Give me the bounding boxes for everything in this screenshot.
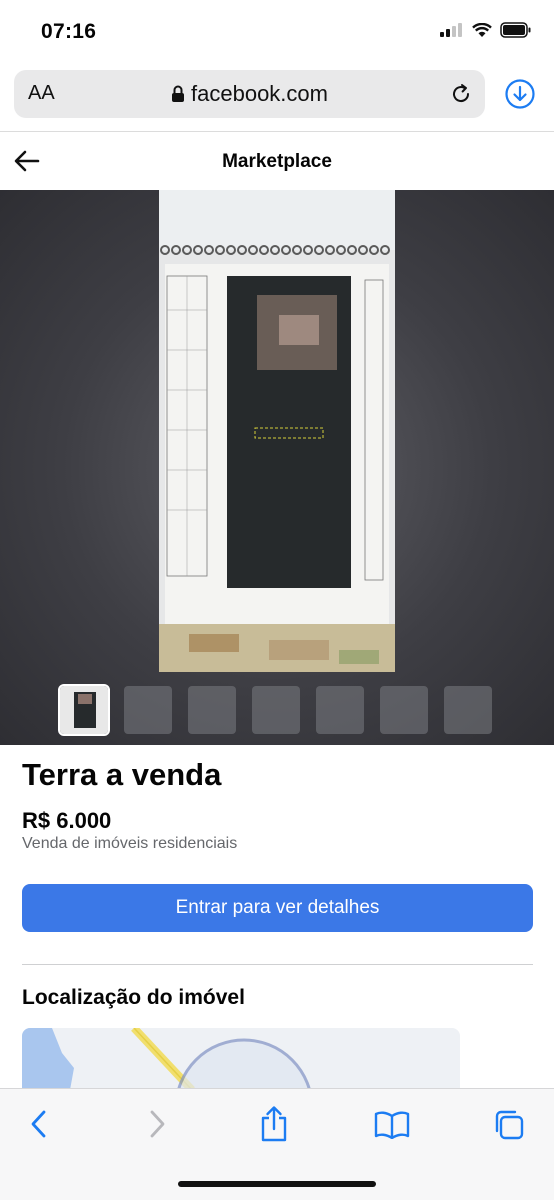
photo-gallery[interactable] [0,190,554,745]
listing-price: R$ 6.000 [22,808,112,833]
login-details-button[interactable]: Entrar para ver detalhes [22,884,533,932]
thumbnail-3[interactable] [188,686,236,734]
battery-icon [500,22,531,38]
home-indicator [178,1181,376,1187]
listing-category: Venda de imóveis residenciais [22,835,238,852]
thumbnail-6[interactable] [380,686,428,734]
thumbnail-4[interactable] [252,686,300,734]
nav-forward-icon[interactable] [146,1107,168,1141]
download-icon[interactable] [504,78,536,110]
url-text: facebook.com [191,81,328,106]
lock-icon [172,85,185,102]
location-section-title: Localização do imóvel [22,986,245,1009]
listing-photo[interactable] [159,190,395,672]
reload-icon[interactable] [449,82,473,106]
status-time: 07:16 [41,20,97,43]
nav-back-icon[interactable] [28,1107,50,1141]
address-bar[interactable]: AA facebook.com [14,70,485,118]
thumbnail-1[interactable] [58,684,110,736]
thumbnail-5[interactable] [316,686,364,734]
tabs-icon[interactable] [493,1109,525,1141]
wifi-icon [472,22,492,37]
status-icons [440,22,532,38]
location-map[interactable] [22,1028,460,1090]
page-header: Marketplace [0,131,554,191]
status-bar: 07:16 [0,0,554,64]
url-display[interactable]: facebook.com [14,81,485,107]
signal-icon [440,23,462,37]
page-title: Marketplace [222,151,332,172]
bookmarks-icon[interactable] [374,1111,410,1139]
thumbnail-7[interactable] [444,686,492,734]
listing-title: Terra a venda [22,757,222,792]
share-icon[interactable] [259,1105,289,1143]
divider [22,964,533,965]
thumbnail-strip [58,684,492,736]
thumbnail-2[interactable] [124,686,172,734]
map-graphic [22,1028,312,1090]
